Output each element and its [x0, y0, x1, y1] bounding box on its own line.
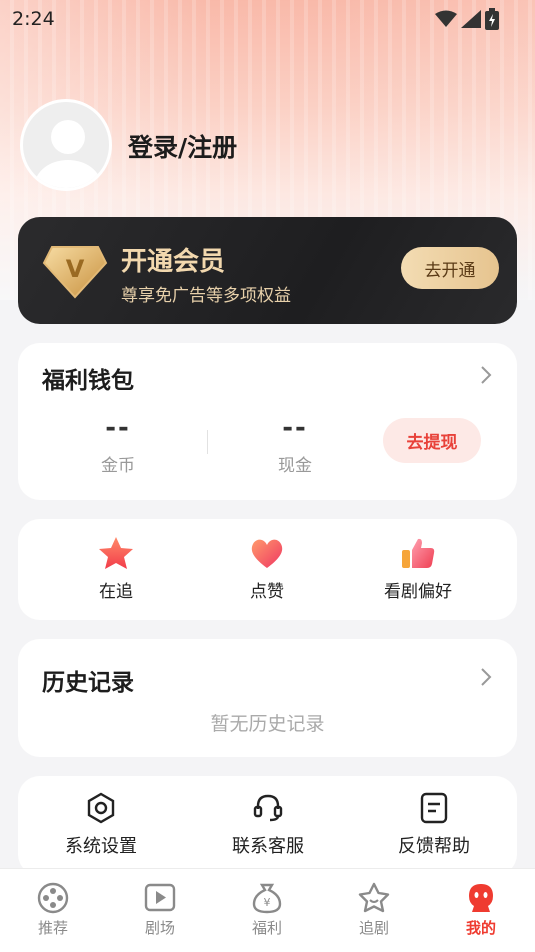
settings-hexagon-icon	[87, 792, 115, 824]
cash-value: --	[282, 413, 308, 443]
tool-label: 反馈帮助	[398, 836, 470, 857]
status-icons	[435, 8, 499, 30]
tab-label: 推荐	[37, 919, 68, 937]
quick-action-likes[interactable]: 点赞	[207, 535, 327, 602]
quick-action-following[interactable]: 在追	[56, 535, 176, 602]
tab-label: 福利	[251, 919, 282, 937]
vip-card[interactable]: V 开通会员 尊享免广告等多项权益 去开通	[18, 217, 517, 324]
history-title[interactable]: 历史记录	[42, 663, 134, 697]
vip-open-button[interactable]: 去开通	[401, 247, 499, 289]
vip-subtitle: 尊享免广告等多项权益	[121, 286, 291, 306]
tab-label: 剧场	[144, 919, 175, 937]
wallet-title[interactable]: 福利钱包	[42, 361, 134, 395]
status-time: 2:24	[12, 8, 55, 30]
quick-action-label: 看剧偏好	[384, 582, 452, 602]
mascot-icon	[469, 884, 493, 912]
tab-mine[interactable]: 我的	[446, 881, 516, 938]
wallet-card: 福利钱包 -- 金币 -- 现金 去提现	[18, 343, 517, 500]
bottom-tab-bar: 推荐 剧场 ¥ 福利 追剧 我的	[0, 868, 535, 952]
cash-label: 现金	[278, 456, 312, 476]
tab-welfare[interactable]: ¥ 福利	[232, 881, 302, 938]
quick-actions-card: 在追 点赞 看剧偏好	[18, 519, 517, 620]
headset-icon	[253, 794, 283, 822]
heart-icon	[251, 539, 283, 568]
tool-settings[interactable]: 系统设置	[31, 792, 171, 858]
avatar-head	[51, 120, 85, 154]
quick-action-label: 点赞	[250, 582, 284, 602]
login-register-link[interactable]: 登录/注册	[128, 128, 237, 164]
signal-icon	[461, 10, 481, 28]
history-card: 历史记录 暂无历史记录	[18, 639, 517, 757]
quick-action-label: 在追	[99, 582, 133, 602]
thumbs-up-icon	[402, 538, 435, 568]
document-icon	[420, 792, 448, 824]
vip-badge-icon: V	[42, 246, 108, 299]
chevron-right-icon[interactable]	[479, 364, 493, 386]
quick-action-preferences[interactable]: 看剧偏好	[358, 535, 478, 602]
money-bag-icon: ¥	[252, 883, 282, 914]
status-bar: 2:24	[0, 0, 535, 36]
svg-text:¥: ¥	[264, 896, 271, 909]
coins-label: 金币	[101, 456, 135, 476]
vip-title: 开通会员	[121, 247, 226, 277]
play-icon	[144, 883, 176, 912]
tool-label: 联系客服	[232, 836, 304, 857]
tools-card: 系统设置 联系客服 反馈帮助	[18, 776, 517, 876]
vip-badge-letter: V	[66, 255, 85, 283]
tab-recommend[interactable]: 推荐	[18, 881, 88, 938]
tool-customer-service[interactable]: 联系客服	[198, 792, 338, 858]
star-outline-icon	[358, 882, 390, 913]
chevron-right-icon[interactable]	[479, 666, 493, 688]
coins-value: --	[105, 413, 131, 443]
film-reel-icon	[37, 882, 69, 914]
avatar[interactable]	[20, 99, 112, 191]
wifi-icon	[435, 10, 457, 27]
wallet-coins[interactable]: -- 金币	[58, 413, 178, 476]
tool-feedback[interactable]: 反馈帮助	[364, 792, 504, 858]
tab-theater[interactable]: 剧场	[125, 881, 195, 938]
tab-label: 追剧	[358, 919, 389, 937]
withdraw-button[interactable]: 去提现	[383, 418, 481, 463]
wallet-divider	[207, 430, 208, 454]
tool-label: 系统设置	[65, 836, 137, 857]
battery-charging-icon	[485, 8, 499, 30]
star-icon	[99, 537, 133, 569]
wallet-cash[interactable]: -- 现金	[235, 413, 355, 476]
history-empty-text: 暂无历史记录	[210, 713, 325, 735]
tab-label: 我的	[465, 919, 496, 937]
tab-following[interactable]: 追剧	[339, 881, 409, 938]
avatar-body	[35, 160, 101, 188]
